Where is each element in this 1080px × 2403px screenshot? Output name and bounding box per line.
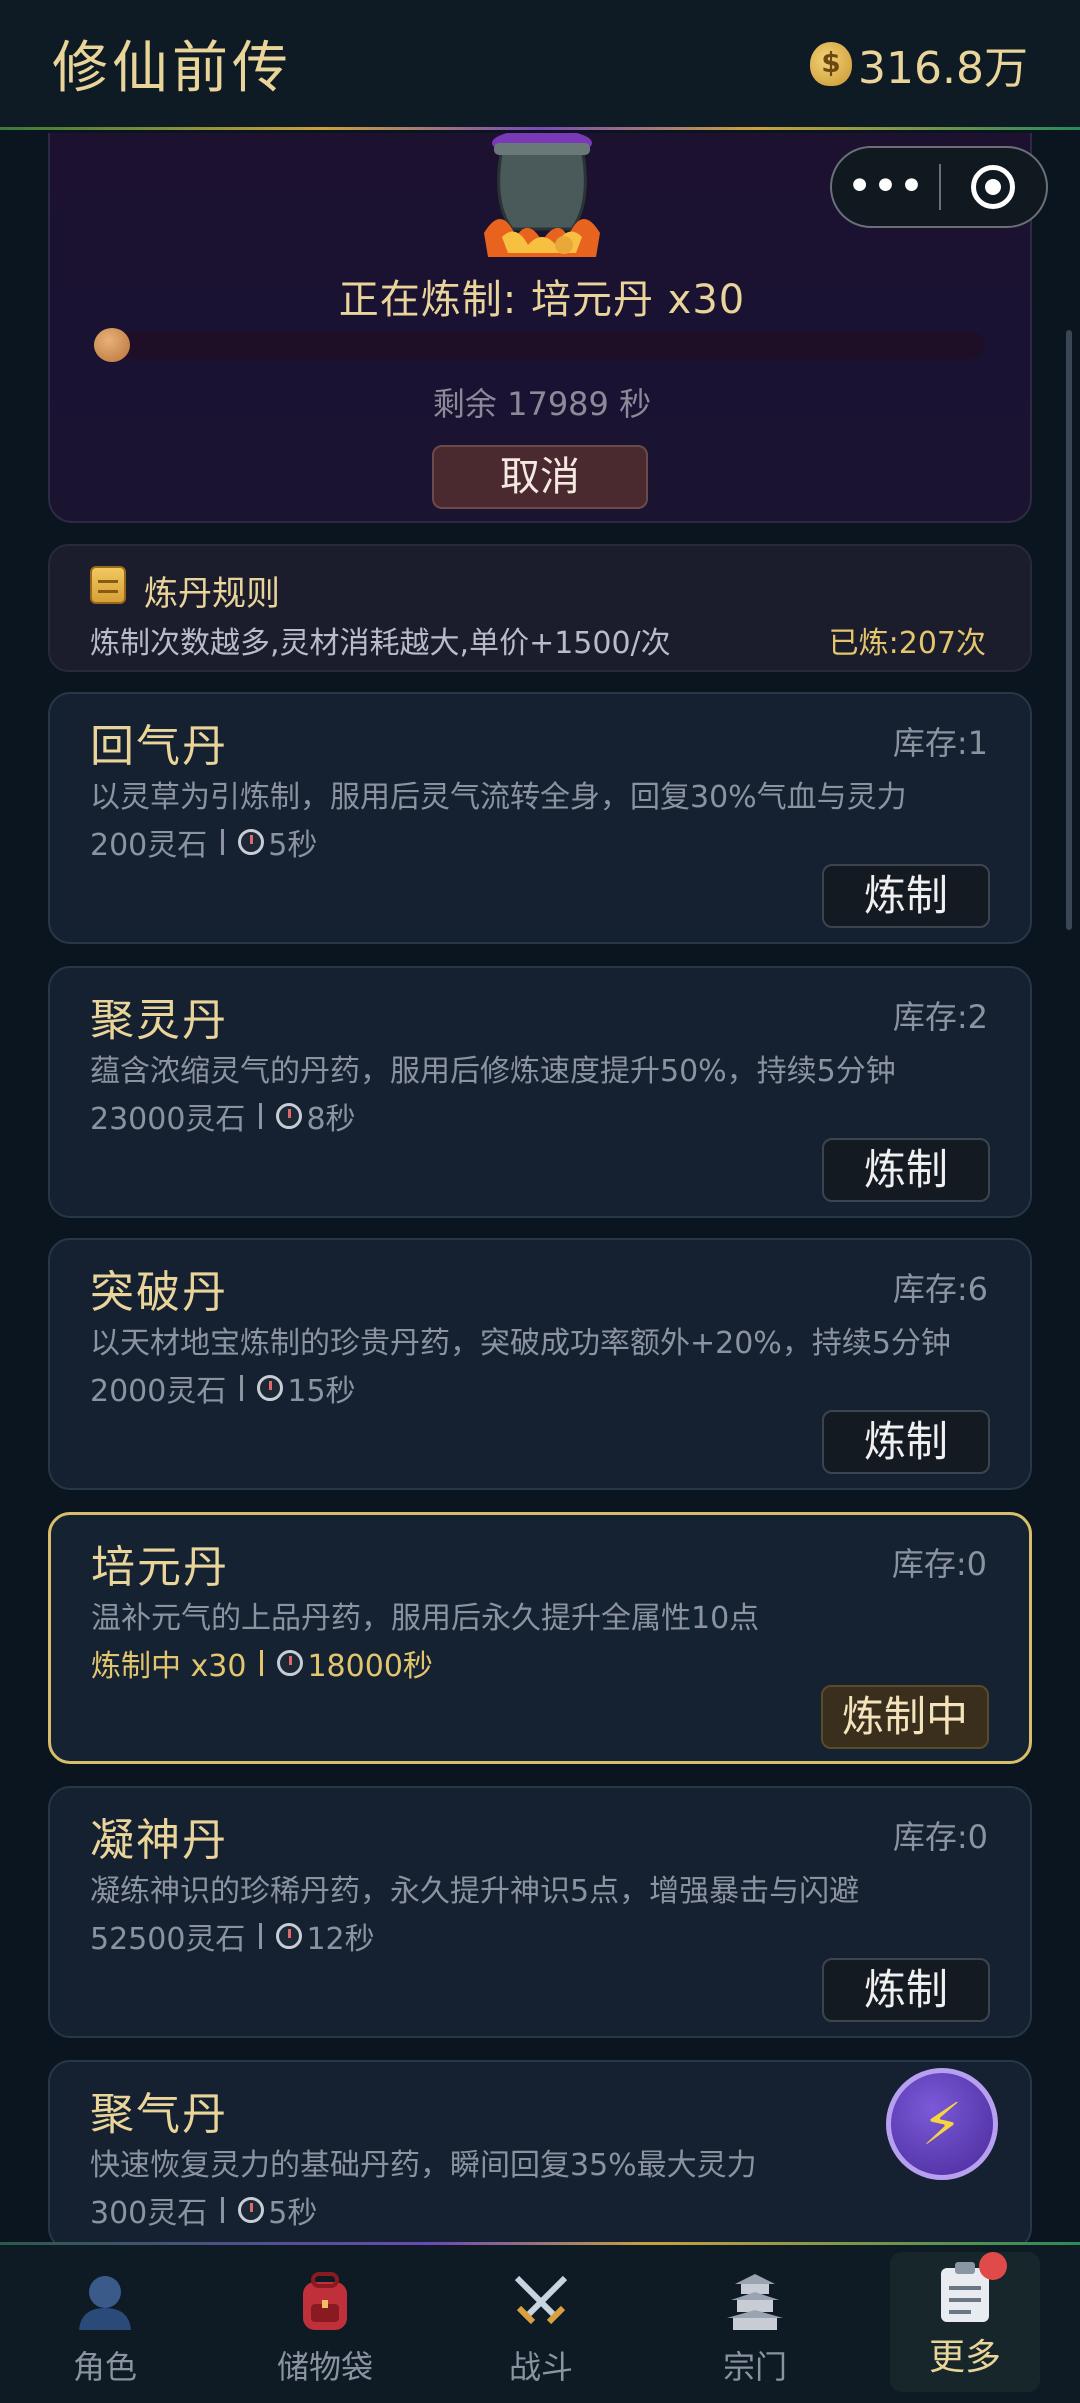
timer-icon [257,1375,284,1401]
pill-card: 聚灵丹 库存:2 蕴含浓缩灵气的丹药，服用后修炼速度提升50%，持续5分钟 23… [48,966,1032,1218]
timer-icon [238,829,265,855]
pill-time: 12秒 [306,1922,375,1957]
pill-card: 培元丹 库存:0 温补元气的上品丹药，服用后永久提升全属性10点 炼制中 x30… [48,1512,1032,1764]
pill-name: 凝神丹 [90,1815,228,1866]
pill-time: 8秒 [306,1102,356,1137]
remaining-time: 剩余 17989 秒 [432,385,652,423]
pill-name: 培元丹 [91,1542,229,1593]
cancel-button[interactable]: 取消 [432,445,648,509]
craft-button[interactable]: 炼制 [822,1138,990,1202]
pill-description: 快速恢复灵力的基础丹药，瞬间回复35%最大灵力 [90,2148,757,2183]
pill-stock: 库存:1 [892,724,988,762]
scroll-icon [90,566,126,604]
rules-description: 炼制次数越多,灵材消耗越大,单价+1500/次 [90,626,671,661]
pill-card: 回气丹 库存:1 以灵草为引炼制，服用后灵气流转全身，回复30%气血与灵力 20… [48,692,1032,944]
pill-time: 15秒 [287,1374,356,1409]
nav-item-more[interactable]: 更多 [890,2252,1040,2392]
pill-name: 聚气丹 [90,2089,228,2140]
craft-button[interactable]: 炼制 [822,1958,990,2022]
pill-description: 温补元气的上品丹药，服用后永久提升全属性10点 [91,1601,760,1636]
pill-description: 以天材地宝炼制的珍贵丹药，突破成功率额外+20%，持续5分钟 [90,1326,951,1361]
pill-description: 以灵草为引炼制，服用后灵气流转全身，回复30%气血与灵力 [90,780,907,815]
crossed-swords-icon [514,2275,568,2325]
lightning-button[interactable]: ⚡ [886,2068,998,2180]
backpack-icon [303,2272,347,2330]
pill-name: 回气丹 [90,721,228,772]
cost-divider [240,1375,244,1401]
pill-name: 聚灵丹 [90,995,228,1046]
target-circle-icon [971,165,1016,209]
rules-card: 炼丹规则 炼制次数越多,灵材消耗越大,单价+1500/次 已炼:207次 [48,544,1032,672]
nav-item-battle[interactable]: 战斗 [466,2262,616,2392]
top-bar: 修仙前传 316.8万 [0,0,1080,130]
timer-icon [276,1923,303,1949]
timer-icon [277,1650,304,1676]
cost-divider [221,829,225,855]
pill-cost: 52500灵石 [90,1922,246,1957]
app-title: 修仙前传 [52,36,292,101]
cost-divider [259,1103,263,1129]
pill-name: 突破丹 [90,1267,228,1318]
pill-cost-row: 300灵石 5秒 [90,2188,317,2232]
close-miniprogram-button[interactable] [941,165,1046,209]
craft-button[interactable]: 炼制 [822,1410,990,1474]
cost-divider [221,2197,225,2223]
pill-cost: 23000灵石 [90,1102,246,1137]
nav-label-sect: 宗门 [722,2348,787,2386]
cost-divider [259,1923,263,1949]
pill-description: 蕴含浓缩灵气的丹药，服用后修炼速度提升50%，持续5分钟 [90,1054,896,1089]
nav-item-character[interactable]: 角色 [30,2262,180,2392]
pill-card: 凝神丹 库存:0 凝练神识的珍稀丹药，永久提升神识5点，增强暴击与闪避 5250… [48,1786,1032,2038]
character-icon [79,2276,131,2330]
nav-item-backpack[interactable]: 储物袋 [250,2262,400,2392]
pill-stock: 库存:0 [892,1818,988,1856]
pill-time: 5秒 [268,2196,318,2231]
progress-knob [94,328,130,362]
bottom-nav: 角色 储物袋 战斗 宗门 更多 [0,2242,1080,2403]
pill-cost-row: 2000灵石 15秒 [90,1366,356,1410]
craft-button[interactable]: 炼制中 [821,1685,989,1749]
cauldron-icon [484,133,600,257]
pill-stock: 库存:2 [892,998,988,1036]
pill-cost: 200灵石 [90,828,208,863]
pill-cost-row: 炼制中 x30 18000秒 [91,1641,433,1685]
nav-label-battle: 战斗 [508,2348,573,2386]
craft-button[interactable]: 炼制 [822,864,990,928]
pill-cost: 2000灵石 [90,1374,227,1409]
nav-label-backpack: 储物袋 [276,2348,373,2386]
crafting-progress-bar [94,328,984,362]
pill-time: 5秒 [268,828,318,863]
more-dots-icon[interactable]: ••• [832,165,939,209]
pill-cost: 炼制中 x30 [91,1649,247,1684]
pill-cost-row: 200灵石 5秒 [90,820,317,864]
pill-card: 突破丹 库存:6 以天材地宝炼制的珍贵丹药，突破成功率额外+20%，持续5分钟 … [48,1238,1032,1490]
pagoda-icon [727,2274,783,2330]
clipboard-wrapper [933,2252,1007,2324]
pill-time: 18000秒 [307,1649,433,1684]
nav-label-character: 角色 [72,2348,137,2386]
currency-amount: 316.8万 [858,42,1028,94]
miniprogram-capsule: ••• [830,146,1048,228]
pill-cost-row: 23000灵石 8秒 [90,1094,356,1138]
nav-label-more: 更多 [928,2337,1001,2378]
pill-stock: 库存:6 [892,1270,988,1308]
pill-cost-row: 52500灵石 12秒 [90,1914,375,1958]
crafted-count: 已炼:207次 [828,626,986,661]
currency-display: 316.8万 [810,32,1028,96]
pill-stock: 库存:0 [891,1545,987,1583]
pill-cost: 300灵石 [90,2196,208,2231]
pill-description: 凝练神识的珍稀丹药，永久提升神识5点，增强暴击与闪避 [90,1874,860,1909]
timer-icon [238,2197,265,2223]
pill-card: 聚气丹 快速恢复灵力的基础丹药，瞬间回复35%最大灵力 300灵石 5秒 [48,2060,1032,2250]
lightning-icon: ⚡ [921,2090,963,2158]
nav-item-sect[interactable]: 宗门 [680,2262,830,2392]
cost-divider [260,1650,264,1676]
timer-icon [276,1103,303,1129]
notification-badge [979,2252,1007,2280]
money-bag-icon [810,41,853,86]
rules-title: 炼丹规则 [144,574,280,614]
scrollbar[interactable] [1066,330,1072,930]
crafting-status: 正在炼制: 培元丹 x30 [338,277,746,323]
